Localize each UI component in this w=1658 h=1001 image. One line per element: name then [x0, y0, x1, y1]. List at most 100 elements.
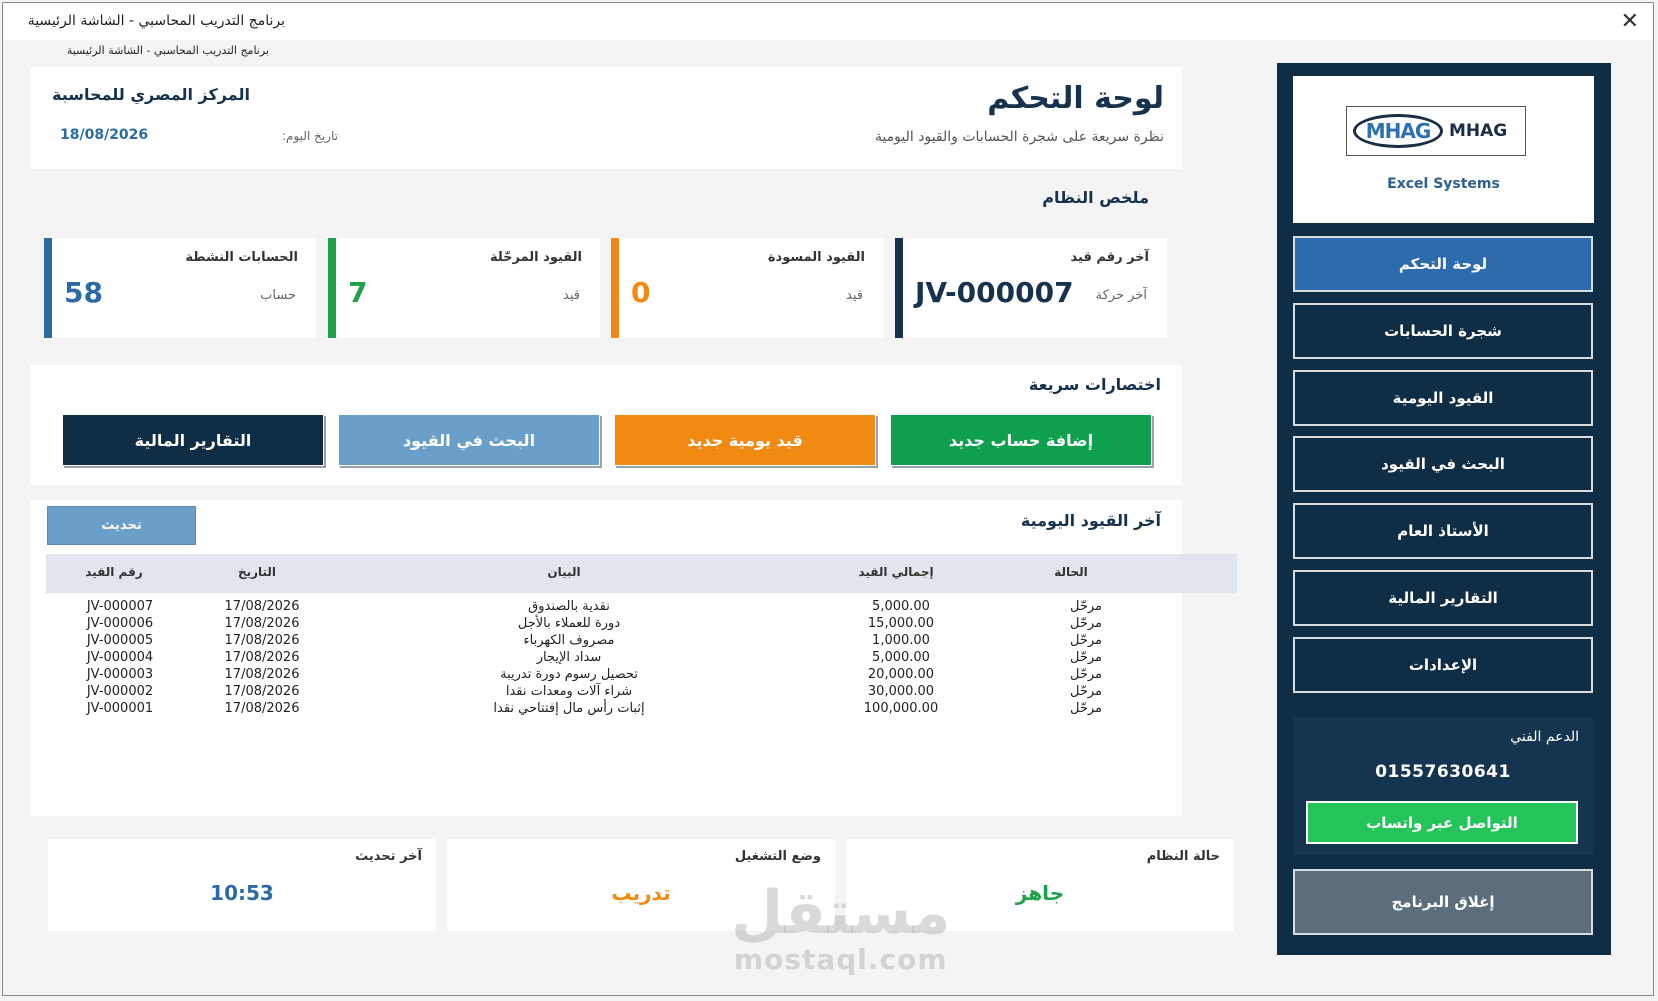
status-label: حالة النظام — [1146, 849, 1220, 864]
cell-total: 1,000.00 — [872, 633, 930, 648]
cell-statement: مصروف الكهرباء — [523, 633, 615, 648]
cell-number: JV-000001 — [86, 701, 154, 716]
stat-value: 0 — [631, 276, 651, 309]
cell-status: مرحّل — [1069, 650, 1103, 665]
cell-total: 20,000.00 — [867, 667, 935, 682]
cell-statement: سداد الإيجار — [536, 650, 602, 665]
date-label: تاريخ اليوم: — [282, 129, 338, 143]
table-row[interactable]: مرحّل 5,000.00 سداد الإيجار 17/08/2026 J… — [46, 650, 1237, 667]
table-row[interactable]: مرحّل 1,000.00 مصروف الكهرباء 17/08/2026… — [46, 633, 1237, 650]
watermark: مستقل mostaql.com — [731, 883, 950, 976]
cell-number: JV-000004 — [86, 650, 154, 665]
watermark-latin: mostaql.com — [733, 943, 948, 976]
organization-name: المركز المصري للمحاسبة — [52, 85, 250, 104]
column-header-total: إجمالي القيد — [858, 565, 934, 579]
watermark-arabic: مستقل — [731, 878, 951, 948]
stat-value: 58 — [64, 276, 103, 309]
stat-unit: قيد — [563, 288, 580, 303]
table-row[interactable]: مرحّل 20,000.00 تحصيل رسوم دورة تدريبة 1… — [46, 667, 1237, 684]
nav-financial-reports[interactable]: التقارير المالية — [1293, 570, 1593, 626]
stat-label: آخر رقم قيد — [1070, 250, 1149, 265]
exit-program-button[interactable]: إغلاق البرنامج — [1293, 869, 1593, 935]
column-header-statement: البيان — [547, 565, 581, 579]
status-value: 10:53 — [210, 881, 274, 905]
status-label: وضع التشغيل — [734, 849, 821, 864]
cell-total: 100,000.00 — [863, 701, 939, 716]
cell-number: JV-000006 — [86, 616, 154, 631]
whatsapp-button[interactable]: التواصل عبر واتساب — [1306, 801, 1578, 844]
cell-date: 17/08/2026 — [224, 616, 300, 631]
stat-posted-entries: القيود المرحّلة قيد 7 — [328, 238, 600, 338]
cell-total: 5,000.00 — [872, 650, 930, 665]
nav-journal-entries[interactable]: القيود اليومية — [1293, 370, 1593, 426]
search-entries-button[interactable]: البحث في القيود — [338, 414, 600, 466]
stat-unit: آخر حركة — [1095, 288, 1147, 303]
application-window: برنامج التدريب المحاسبي - الشاشة الرئيسي… — [2, 2, 1654, 996]
cell-number: JV-000002 — [86, 684, 154, 699]
stat-value: JV-000007 — [915, 276, 1074, 309]
support-phone: 01557630641 — [1375, 762, 1511, 782]
stat-unit: قيد — [846, 288, 863, 303]
summary-title: ملخص النظام — [1042, 188, 1149, 207]
column-header-status: الحالة — [1054, 565, 1088, 579]
add-account-button[interactable]: إضافة حساب جديد — [890, 414, 1152, 466]
stat-active-accounts: الحسابات النشطة حساب 58 — [44, 238, 316, 338]
cell-statement: دورة للعملاء بالأجل — [517, 616, 621, 631]
cell-status: مرحّل — [1069, 701, 1103, 716]
window-title: برنامج التدريب المحاسبي - الشاشة الرئيسي… — [27, 13, 285, 29]
support-panel: الدعم الفني 01557630641 التواصل عبر واتس… — [1293, 717, 1593, 855]
new-journal-entry-button[interactable]: قيد يومية جديد — [614, 414, 876, 466]
cell-status: مرحّل — [1069, 684, 1103, 699]
cell-statement: تحصيل رسوم دورة تدريبة — [500, 667, 638, 682]
stat-label: الحسابات النشطة — [185, 250, 298, 265]
entries-table-header: الحالة إجمالي القيد البيان التاريخ رقم ا… — [46, 554, 1237, 593]
current-date: 18/08/2026 — [60, 127, 149, 143]
stat-last-entry: آخر رقم قيد آخر حركة JV-000007 — [895, 238, 1167, 338]
cell-status: مرحّل — [1069, 633, 1103, 648]
table-row[interactable]: مرحّل 5,000.00 نقدية بالصندوق 17/08/2026… — [46, 599, 1237, 616]
stat-unit: حساب — [260, 288, 296, 303]
cell-date: 17/08/2026 — [224, 650, 300, 665]
cell-status: مرحّل — [1069, 599, 1103, 614]
column-header-number: رقم القيد — [85, 565, 143, 579]
cell-statement: نقدية بالصندوق — [528, 599, 610, 614]
cell-status: مرحّل — [1069, 616, 1103, 631]
refresh-button[interactable]: تحديث — [47, 506, 196, 545]
page-subtitle: نظرة سريعة على شجرة الحسابات والقيود الي… — [874, 129, 1164, 145]
financial-reports-button[interactable]: التقارير المالية — [62, 414, 324, 466]
cell-date: 17/08/2026 — [224, 599, 300, 614]
nav-dashboard[interactable]: لوحة التحكم — [1293, 236, 1593, 292]
stat-label: القيود المرحّلة — [489, 250, 582, 265]
cell-date: 17/08/2026 — [224, 684, 300, 699]
close-icon[interactable]: ✕ — [1621, 9, 1639, 34]
status-label: آخر تحديث — [355, 849, 422, 864]
nav-settings[interactable]: الإعدادات — [1293, 637, 1593, 693]
column-header-date: التاريخ — [237, 565, 277, 579]
logo-panel: MHAG MHAG Excel Systems — [1293, 76, 1594, 223]
support-label: الدعم الفني — [1510, 729, 1579, 745]
cell-date: 17/08/2026 — [224, 701, 300, 716]
table-row[interactable]: مرحّل 30,000.00 شراء آلات ومعدات نقدا 17… — [46, 684, 1237, 701]
nav-search-entries[interactable]: البحث في القيود — [1293, 436, 1593, 492]
stat-value: 7 — [348, 276, 368, 309]
dashboard-header: لوحة التحكم نظرة سريعة على شجرة الحسابات… — [30, 67, 1182, 169]
cell-number: JV-000005 — [86, 633, 154, 648]
stat-draft-entries: القيود المسودة قيد 0 — [611, 238, 883, 338]
cell-total: 15,000.00 — [867, 616, 935, 631]
stat-label: القيود المسودة — [767, 250, 865, 265]
cell-status: مرحّل — [1069, 667, 1103, 682]
nav-chart-of-accounts[interactable]: شجرة الحسابات — [1293, 303, 1593, 359]
logo-text: MHAG — [1449, 121, 1508, 141]
cell-date: 17/08/2026 — [224, 667, 300, 682]
cell-date: 17/08/2026 — [224, 633, 300, 648]
entries-title: آخر القيود اليومية — [1020, 511, 1161, 530]
last-update-card: آخر تحديث 10:53 — [48, 839, 436, 931]
table-row[interactable]: مرحّل 15,000.00 دورة للعملاء بالأجل 17/0… — [46, 616, 1237, 633]
table-row[interactable]: مرحّل 100,000.00 إثبات رأس مال إفتتاحي ن… — [46, 701, 1237, 718]
nav-general-ledger[interactable]: الأستاذ العام — [1293, 503, 1593, 559]
cell-number: JV-000003 — [86, 667, 154, 682]
cell-total: 5,000.00 — [872, 599, 930, 614]
logo-mark: MHAG — [1353, 114, 1443, 148]
company-logo: MHAG MHAG — [1346, 106, 1526, 156]
sidebar: MHAG MHAG Excel Systems لوحة التحكم شجرة… — [1277, 63, 1611, 955]
